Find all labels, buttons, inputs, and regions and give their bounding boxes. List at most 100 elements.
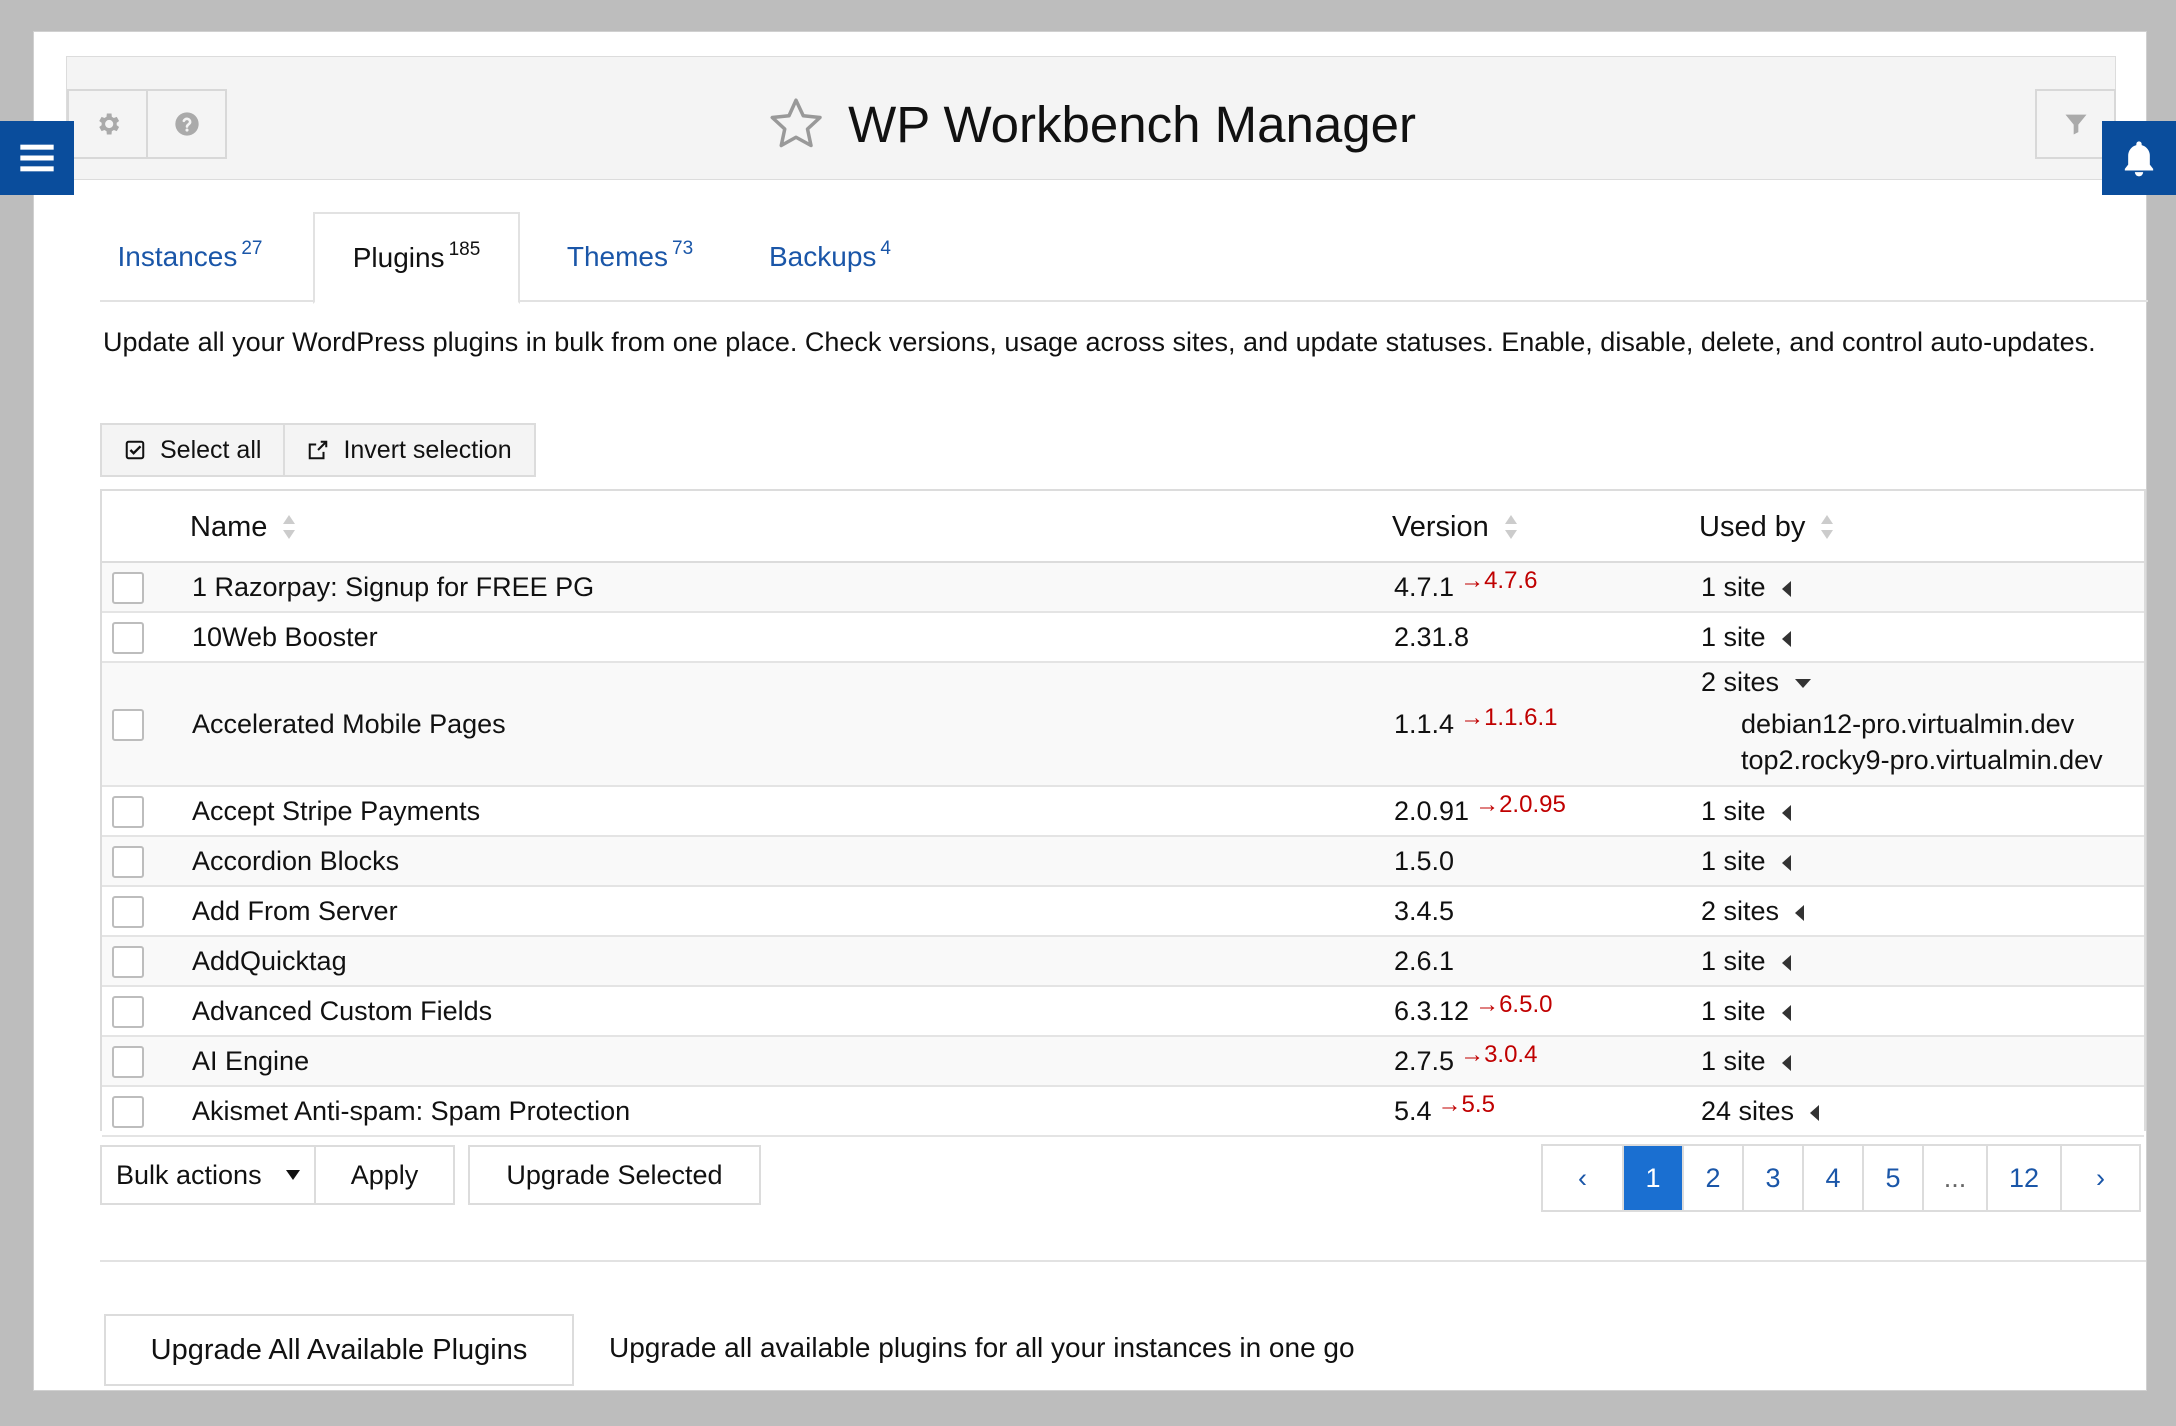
current-version: 5.4	[1394, 1096, 1432, 1126]
page-5-button[interactable]: 5	[1862, 1146, 1922, 1210]
column-used-by[interactable]: Used by	[1699, 491, 1835, 563]
table-row[interactable]: Akismet Anti-spam: Spam Protection 5.4 →5.…	[102, 1087, 2144, 1137]
caret-left-icon	[1795, 904, 1805, 921]
page-3-button[interactable]: 3	[1742, 1146, 1802, 1210]
plugin-version: 5.4 →5.5	[1394, 1091, 1495, 1127]
row-checkbox[interactable]	[112, 622, 144, 654]
page-description: Update all your WordPress plugins in bul…	[103, 327, 2096, 357]
caret-left-icon	[1781, 580, 1791, 597]
used-by-count: 2 sites	[1701, 667, 1780, 697]
used-by-count: 1 site	[1701, 996, 1766, 1026]
page-2-button[interactable]: 2	[1682, 1146, 1742, 1210]
plugin-name: AddQuicktag	[192, 946, 347, 976]
page-ellipsis[interactable]: ...	[1922, 1146, 1986, 1210]
row-checkbox[interactable]	[112, 896, 144, 928]
tab-themes[interactable]: Themes 73	[540, 212, 720, 302]
upgrade-all-button[interactable]: Upgrade All Available Plugins	[104, 1314, 574, 1386]
used-by-toggle[interactable]: 1 site	[1701, 996, 1791, 1027]
caret-left-icon	[1781, 1054, 1791, 1071]
plugin-name: AI Engine	[192, 1046, 310, 1076]
table-row[interactable]: 1 Razorpay: Signup for FREE PG 4.7.1 →4.7.…	[102, 563, 2144, 613]
used-by-toggle[interactable]: 2 sites	[1701, 896, 1805, 927]
tab-bar: Instances 27 Plugins 185 Themes 73 Backups 4	[100, 212, 2148, 304]
available-update: →2.0.95	[1475, 791, 1566, 818]
column-name[interactable]: Name	[190, 491, 297, 563]
tab-plugins[interactable]: Plugins 185	[313, 212, 520, 304]
invert-selection-button[interactable]: Invert selection	[283, 425, 533, 475]
row-checkbox[interactable]	[112, 946, 144, 978]
notifications-button[interactable]	[2102, 121, 2176, 195]
tab-instances[interactable]: Instances 27	[100, 212, 280, 302]
pagination: ‹ 1 2 3 4 5... 12 ›	[1541, 1144, 2141, 1212]
row-checkbox[interactable]	[112, 996, 144, 1028]
used-by-toggle[interactable]: 1 site	[1701, 946, 1791, 977]
available-update: →6.5.0	[1475, 991, 1553, 1018]
bulk-actions-bar: Bulk actions Apply Upgrade Selected	[100, 1145, 761, 1205]
page-12-button[interactable]: 12	[1986, 1146, 2060, 1210]
bulk-actions-select[interactable]: Bulk actions	[100, 1145, 316, 1205]
plugin-version: 2.31.8	[1394, 622, 1469, 653]
row-checkbox[interactable]	[112, 709, 144, 741]
tab-backups[interactable]: Backups 4	[740, 212, 920, 302]
plugin-version: 2.6.1	[1394, 946, 1454, 977]
sort-icon	[283, 515, 296, 539]
share-icon	[309, 440, 328, 460]
sort-icon	[1504, 515, 1517, 539]
table-row[interactable]: Accelerated Mobile Pages 1.1.4 →1.1.6.1 2 s…	[102, 663, 2144, 787]
used-by-toggle[interactable]: 24 sites	[1701, 1096, 1820, 1127]
plugin-version: 2.7.5 →3.0.4	[1394, 1041, 1537, 1077]
caret-left-icon	[1781, 630, 1791, 647]
upgrade-selected-button[interactable]: Upgrade Selected	[468, 1145, 761, 1205]
select-all-button[interactable]: Select all	[102, 425, 283, 475]
row-checkbox[interactable]	[112, 796, 144, 828]
column-version[interactable]: Version	[1392, 491, 1519, 563]
used-by-count: 1 site	[1701, 1046, 1766, 1076]
plugin-name: Accept Stripe Payments	[192, 796, 481, 826]
table-row[interactable]: Advanced Custom Fields 6.3.12 →6.5.0 1 site	[102, 987, 2144, 1037]
available-update: →5.5	[1437, 1091, 1495, 1118]
row-checkbox[interactable]	[112, 846, 144, 878]
table-row[interactable]: Accept Stripe Payments 2.0.91 →2.0.95 1 sit…	[102, 787, 2144, 837]
caret-left-icon	[1781, 1004, 1791, 1021]
row-checkbox[interactable]	[112, 572, 144, 604]
caret-left-icon	[1781, 954, 1791, 971]
prev-page-button[interactable]: ‹	[1543, 1146, 1622, 1210]
used-by-toggle[interactable]: 1 site	[1701, 622, 1791, 653]
apply-button[interactable]: Apply	[314, 1145, 455, 1205]
caret-left-icon	[1810, 1104, 1820, 1121]
used-by-toggle[interactable]: 2 sites	[1701, 667, 1812, 698]
filter-icon	[2065, 114, 2086, 135]
used-by-toggle[interactable]: 1 site	[1701, 1046, 1791, 1077]
star-icon[interactable]	[766, 94, 826, 154]
plugin-name: 10Web Booster	[192, 622, 378, 652]
site-link[interactable]: top2.rocky9-pro.virtualmin.dev	[1741, 745, 2103, 776]
table-row[interactable]: Add From Server 3.4.5 2 sites	[102, 887, 2144, 937]
used-by-toggle[interactable]: 1 site	[1701, 796, 1791, 827]
row-checkbox[interactable]	[112, 1046, 144, 1078]
used-by-toggle[interactable]: 1 site	[1701, 846, 1791, 877]
dropdown-arrow-icon	[286, 1170, 300, 1180]
table-row[interactable]: AI Engine 2.7.5 →3.0.4 1 site	[102, 1037, 2144, 1087]
used-by-toggle[interactable]: 1 site	[1701, 572, 1791, 603]
row-checkbox[interactable]	[112, 1096, 144, 1128]
table-row[interactable]: Accordion Blocks 1.5.0 1 site	[102, 837, 2144, 887]
menu-toggle-button[interactable]	[0, 121, 74, 195]
current-version: 2.31.8	[1394, 622, 1470, 652]
caret-left-icon	[1781, 804, 1791, 821]
used-by-count: 2 sites	[1701, 896, 1780, 926]
header-bar: WP Workbench Manager	[66, 56, 2116, 180]
page-4-button[interactable]: 4	[1802, 1146, 1862, 1210]
table-row[interactable]: AddQuicktag 2.6.1 1 site	[102, 937, 2144, 987]
section-divider	[100, 1260, 2146, 1262]
current-version: 4.7.1	[1394, 572, 1455, 602]
used-by-count: 1 site	[1701, 796, 1766, 826]
table-row[interactable]: 10Web Booster 2.31.8 1 site	[102, 613, 2144, 663]
available-update: →4.7.6	[1460, 567, 1538, 594]
page-1-button[interactable]: 1	[1622, 1146, 1682, 1210]
plugins-table: Name Version Used by 1 Razorpay: Signup …	[100, 489, 2146, 1137]
available-update: →1.1.6.1	[1460, 704, 1558, 731]
next-page-button[interactable]: ›	[2060, 1146, 2139, 1210]
plugin-version: 3.4.5	[1394, 896, 1454, 927]
plugin-name: Akismet Anti-spam: Spam Protection	[192, 1096, 631, 1126]
site-link[interactable]: debian12-pro.virtualmin.dev	[1741, 709, 2074, 740]
